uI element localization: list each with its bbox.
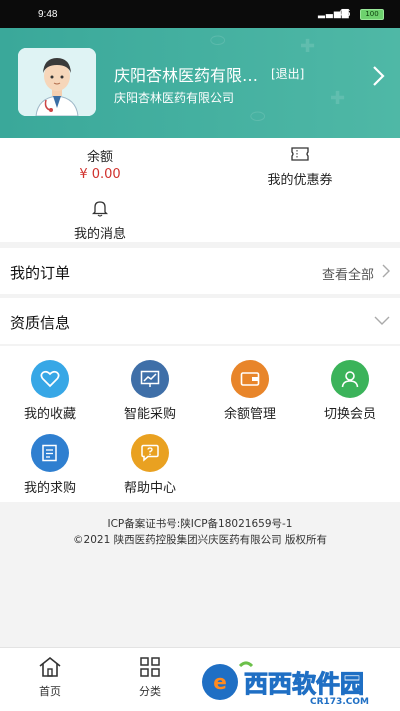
messages-label: 我的消息 xyxy=(73,227,126,242)
messages-stat[interactable]: 我的消息 xyxy=(50,200,150,242)
pill-pattern-icon: ⬭ xyxy=(210,30,226,51)
watermark: e 西西软件园 CR173.COM xyxy=(200,656,395,707)
heart-icon xyxy=(31,360,69,398)
grid-label: 帮助中心 xyxy=(123,481,176,496)
svg-text:CR173.COM: CR173.COM xyxy=(310,697,369,706)
network-type: 4G xyxy=(338,9,351,19)
grid-item-help-center[interactable]: 帮助中心 xyxy=(100,434,200,496)
home-icon xyxy=(39,656,61,677)
coupon-label: 我的优惠券 xyxy=(267,173,333,188)
grid-label: 余额管理 xyxy=(223,407,276,422)
qualification-row[interactable]: 资质信息 xyxy=(0,298,400,344)
battery-icon: 100 xyxy=(360,9,384,20)
plus-pattern-icon: ✚ xyxy=(330,88,346,109)
chart-board-icon xyxy=(131,360,169,398)
doctor-avatar-icon xyxy=(18,48,96,116)
grid-item-my-requests[interactable]: 我的求购 xyxy=(0,434,100,496)
grid-item-balance-manage[interactable]: 余额管理 xyxy=(200,360,300,422)
grid-item-switch-member[interactable]: 切换会员 xyxy=(300,360,400,422)
profile-header[interactable]: ✚ ✚ ⬭ ⬭ 庆阳杏林医药有限公司 [退出] 庆阳杏林医药有限公司 xyxy=(0,28,400,138)
tab-home[interactable]: 首页 xyxy=(0,656,100,699)
function-grid: 我的收藏 智能采购 余额管理 切换会员 我的求购 帮助中心 xyxy=(0,346,400,502)
battery-level: 100 xyxy=(365,10,379,18)
view-all-orders-link[interactable]: 查看全部 xyxy=(322,264,374,283)
site-footer: ICP备案证书号:陕ICP备18021659号-1 ©2021 陕西医药控股集团… xyxy=(0,516,400,548)
chevron-right-icon[interactable] xyxy=(366,64,390,88)
chevron-right-icon xyxy=(382,264,390,278)
status-bar: 9:48 ▂▃▅▇ 4G 100 xyxy=(0,0,400,28)
xixi-logo-icon: e 西西软件园 CR173.COM xyxy=(202,661,369,707)
tab-category-label: 分类 xyxy=(139,685,161,698)
svg-text:e: e xyxy=(213,670,227,694)
copyright: ©2021 陕西医药控股集团兴庆医药有限公司 版权所有 xyxy=(73,534,327,546)
status-time: 9:48 xyxy=(38,9,58,20)
store-subtitle: 庆阳杏林医药有限公司 xyxy=(114,91,235,105)
grid-item-favorites[interactable]: 我的收藏 xyxy=(0,360,100,422)
logout-button[interactable]: [退出] xyxy=(271,65,304,82)
bell-icon xyxy=(91,201,109,217)
avatar[interactable] xyxy=(18,48,96,116)
store-name: 庆阳杏林医药有限公司 xyxy=(114,66,270,85)
plus-pattern-icon: ✚ xyxy=(300,36,316,57)
wallet-icon xyxy=(231,360,269,398)
chevron-down-icon xyxy=(374,316,390,325)
grid-label: 我的求购 xyxy=(23,481,76,496)
qualification-title: 资质信息 xyxy=(10,314,71,332)
help-chat-icon xyxy=(131,434,169,472)
svg-text:西西软件园: 西西软件园 xyxy=(244,670,364,698)
grid-label: 我的收藏 xyxy=(23,407,76,422)
orders-title: 我的订单 xyxy=(10,264,71,282)
tab-category[interactable]: 分类 xyxy=(100,656,200,699)
account-stats: 余额 ¥ 0.00 我的优惠券 我的消息 xyxy=(0,138,400,242)
balance-stat[interactable]: 余额 ¥ 0.00 xyxy=(50,146,150,182)
member-icon xyxy=(331,360,369,398)
grid-label: 切换会员 xyxy=(323,407,376,422)
balance-value: ¥ 0.00 xyxy=(79,167,121,182)
grid-icon xyxy=(140,657,160,677)
grid-item-smart-purchase[interactable]: 智能采购 xyxy=(100,360,200,422)
balance-label: 余额 xyxy=(86,150,113,165)
my-orders-row[interactable]: 我的订单 查看全部 xyxy=(0,248,400,294)
ticket-icon xyxy=(291,147,309,161)
icp-record: ICP备案证书号:陕ICP备18021659号-1 xyxy=(107,518,293,530)
grid-label: 智能采购 xyxy=(123,407,176,422)
note-edit-icon xyxy=(31,434,69,472)
coupon-stat[interactable]: 我的优惠券 xyxy=(250,146,350,188)
pill-pattern-icon: ⬭ xyxy=(250,106,266,127)
tab-home-label: 首页 xyxy=(39,685,61,698)
